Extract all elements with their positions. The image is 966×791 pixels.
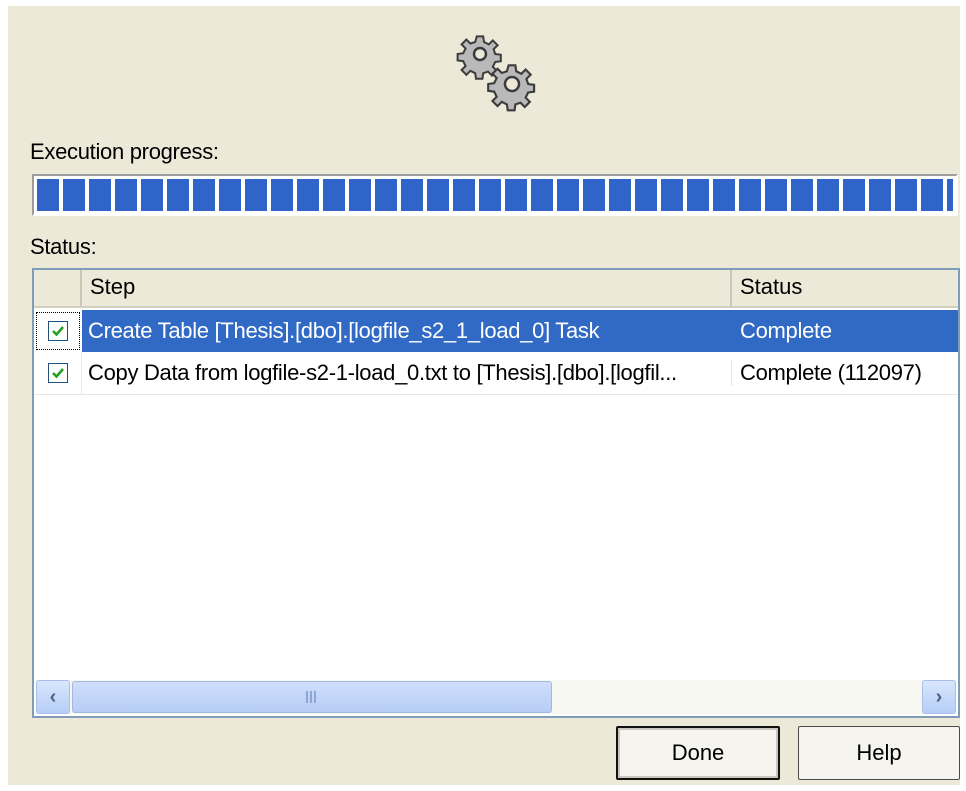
chevron-right-icon: ›: [935, 685, 943, 708]
help-button[interactable]: Help: [798, 726, 960, 780]
scroll-left-button[interactable]: ‹: [36, 680, 70, 714]
execution-dialog: Execution progress: Status: Step Status …: [8, 6, 960, 785]
row-step: Copy Data from logfile-s2-1-load_0.txt t…: [82, 360, 732, 386]
table-row[interactable]: Copy Data from logfile-s2-1-load_0.txt t…: [34, 352, 958, 395]
row-step: Create Table [Thesis].[dbo].[logfile_s2_…: [88, 318, 600, 343]
check-icon: [47, 363, 68, 383]
list-header: Step Status: [34, 270, 958, 308]
row-check-cell: [34, 352, 82, 394]
check-icon: [48, 321, 68, 341]
gears-icon: [456, 35, 536, 112]
execution-progress-bar: [32, 174, 958, 216]
row-status: Complete: [740, 318, 832, 343]
row-status: Complete (112097): [740, 360, 922, 385]
row-check-cell: [34, 310, 82, 352]
table-row[interactable]: Create Table [Thesis].[dbo].[logfile_s2_…: [34, 310, 958, 352]
chevron-left-icon: ‹: [49, 685, 57, 708]
scroll-thumb[interactable]: [72, 681, 552, 713]
execution-progress-label: Execution progress:: [30, 139, 219, 164]
column-header-step[interactable]: Step: [82, 270, 732, 306]
horizontal-scrollbar[interactable]: ‹ ›: [36, 680, 956, 714]
column-header-status[interactable]: Status: [732, 270, 958, 306]
status-label: Status:: [30, 234, 97, 259]
progress-fill: [37, 179, 953, 211]
grip-icon: [306, 691, 318, 703]
status-list[interactable]: Step Status Create Table [Thesis].[dbo].…: [32, 268, 960, 718]
scroll-track[interactable]: [70, 680, 922, 714]
done-button[interactable]: Done: [616, 726, 780, 780]
scroll-right-button[interactable]: ›: [922, 680, 956, 714]
column-header-check[interactable]: [34, 270, 82, 306]
